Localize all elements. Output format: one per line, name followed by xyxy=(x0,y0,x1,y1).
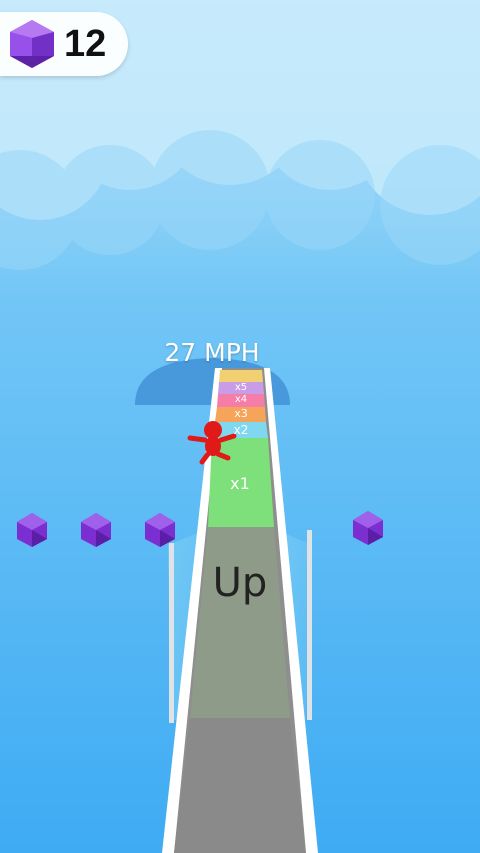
speed-label: 27 MPH xyxy=(164,338,260,367)
gem-count: 12 xyxy=(64,23,107,65)
multiplier-label-x2: x2 xyxy=(233,423,249,437)
track-lower xyxy=(174,718,306,853)
multiplier-label-x1: x1 xyxy=(230,474,250,493)
multiplier-label-x4: x4 xyxy=(234,394,248,405)
multiplier-zone-top xyxy=(219,370,263,382)
multiplier-label-x5: x5 xyxy=(234,382,248,393)
ramp-label: Up xyxy=(212,560,268,606)
pole-left xyxy=(169,543,174,723)
multiplier-label-x3: x3 xyxy=(234,407,248,420)
purple-gem-icon xyxy=(10,20,54,68)
pole-right xyxy=(307,530,312,720)
gem-counter: 12 xyxy=(0,12,128,76)
